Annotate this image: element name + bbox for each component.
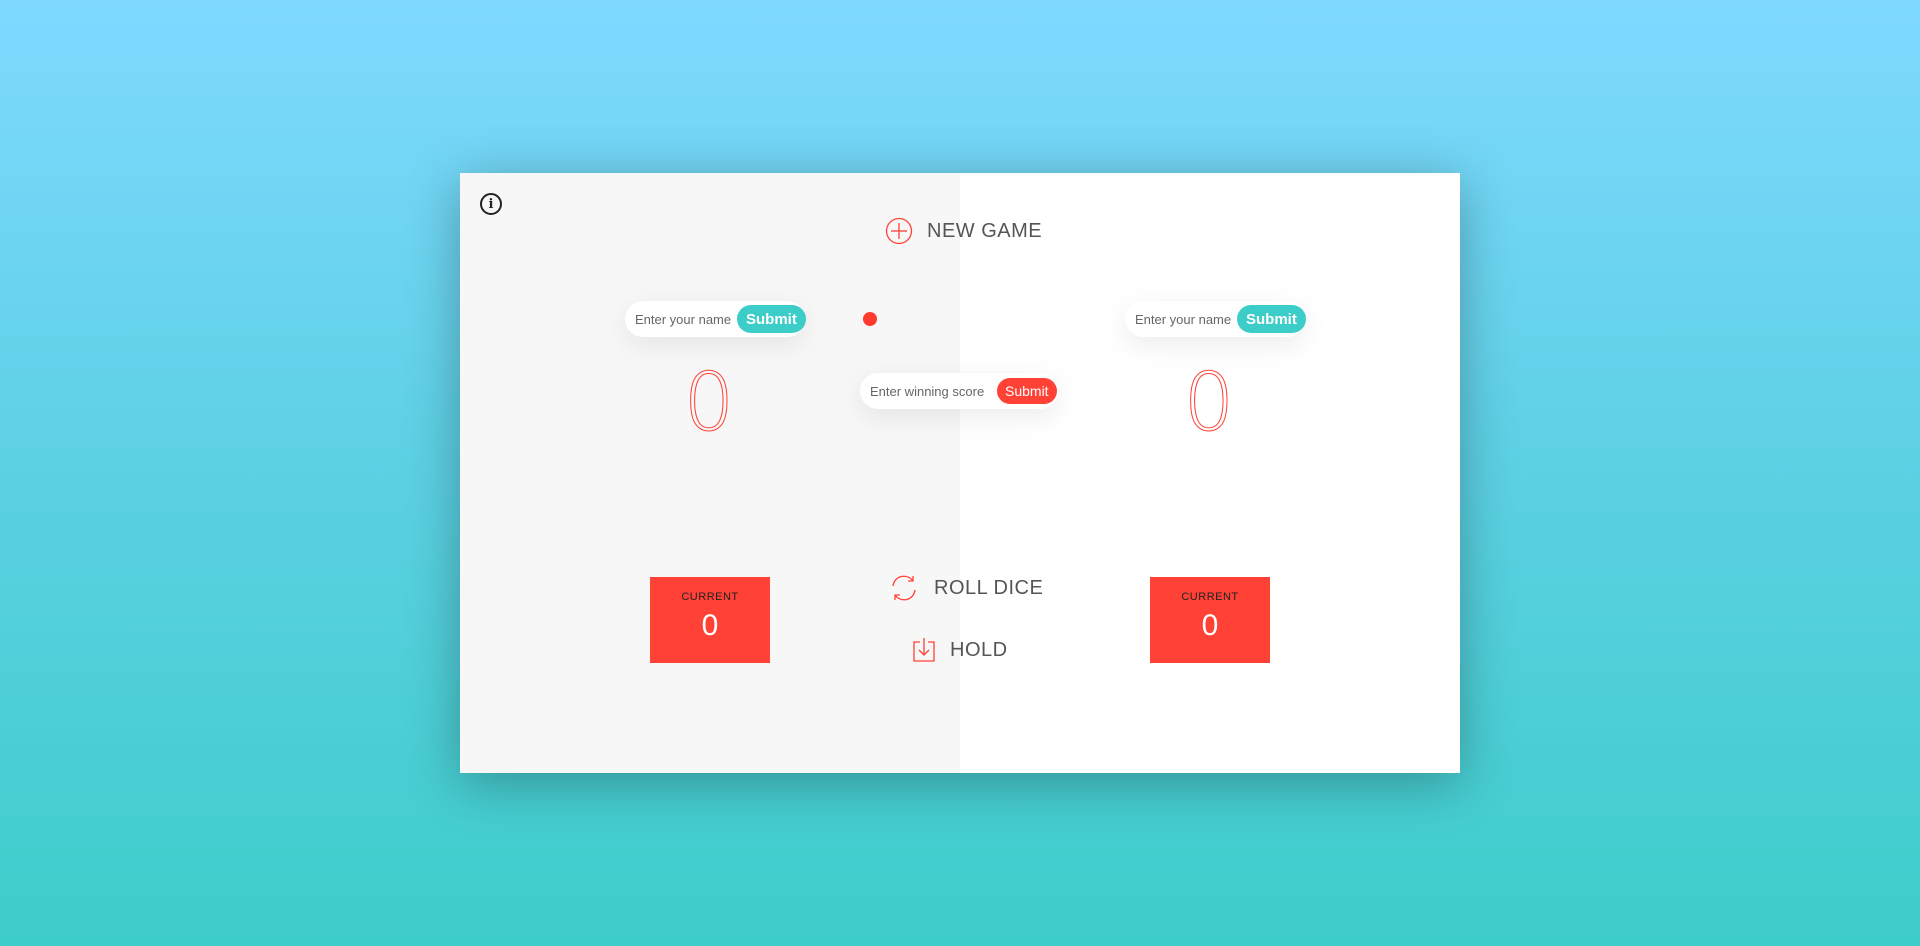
player-1-current-label: CURRENT	[681, 591, 739, 603]
download-icon	[913, 638, 935, 662]
game-board: Submit 0 CURRENT 0 0 CURRENT 0 Submit i …	[460, 173, 1460, 773]
new-game-button[interactable]: NEW GAME	[885, 217, 1042, 245]
refresh-icon	[892, 575, 916, 601]
winning-score-input[interactable]	[870, 383, 995, 399]
plus-circle-icon	[885, 217, 913, 245]
player-2-name-input[interactable]	[1135, 311, 1235, 327]
player-1-name-input[interactable]	[635, 311, 735, 327]
roll-dice-label: ROLL DICE	[934, 576, 1044, 599]
player-1-panel: Submit 0 CURRENT 0	[460, 173, 960, 773]
player-2-name-form: Submit	[1125, 301, 1306, 337]
player-1-submit-button[interactable]: Submit	[737, 305, 806, 333]
active-player-indicator	[863, 312, 877, 326]
hold-button[interactable]: HOLD	[912, 637, 1008, 663]
new-game-label: NEW GAME	[927, 219, 1043, 242]
player-1-score: 0	[683, 356, 735, 449]
info-icon[interactable]: i	[480, 193, 502, 215]
player-2-current-label: CURRENT	[1181, 591, 1239, 603]
winning-score-submit-button[interactable]: Submit	[997, 378, 1057, 404]
roll-dice-button[interactable]: ROLL DICE	[888, 573, 1043, 603]
hold-label: HOLD	[950, 638, 1008, 661]
player-2-panel: 0 CURRENT 0	[960, 173, 1460, 773]
player-1-current-score: 0	[701, 609, 719, 642]
player-2-score: 0	[1183, 356, 1235, 449]
player-2-submit-button[interactable]: Submit	[1237, 305, 1306, 333]
player-1-name-form: Submit	[625, 301, 806, 337]
winning-score-form: Submit	[860, 373, 1058, 409]
player-2-current-box: CURRENT 0	[1150, 577, 1270, 663]
player-1-current-box: CURRENT 0	[650, 577, 770, 663]
player-2-current-score: 0	[1201, 609, 1219, 642]
